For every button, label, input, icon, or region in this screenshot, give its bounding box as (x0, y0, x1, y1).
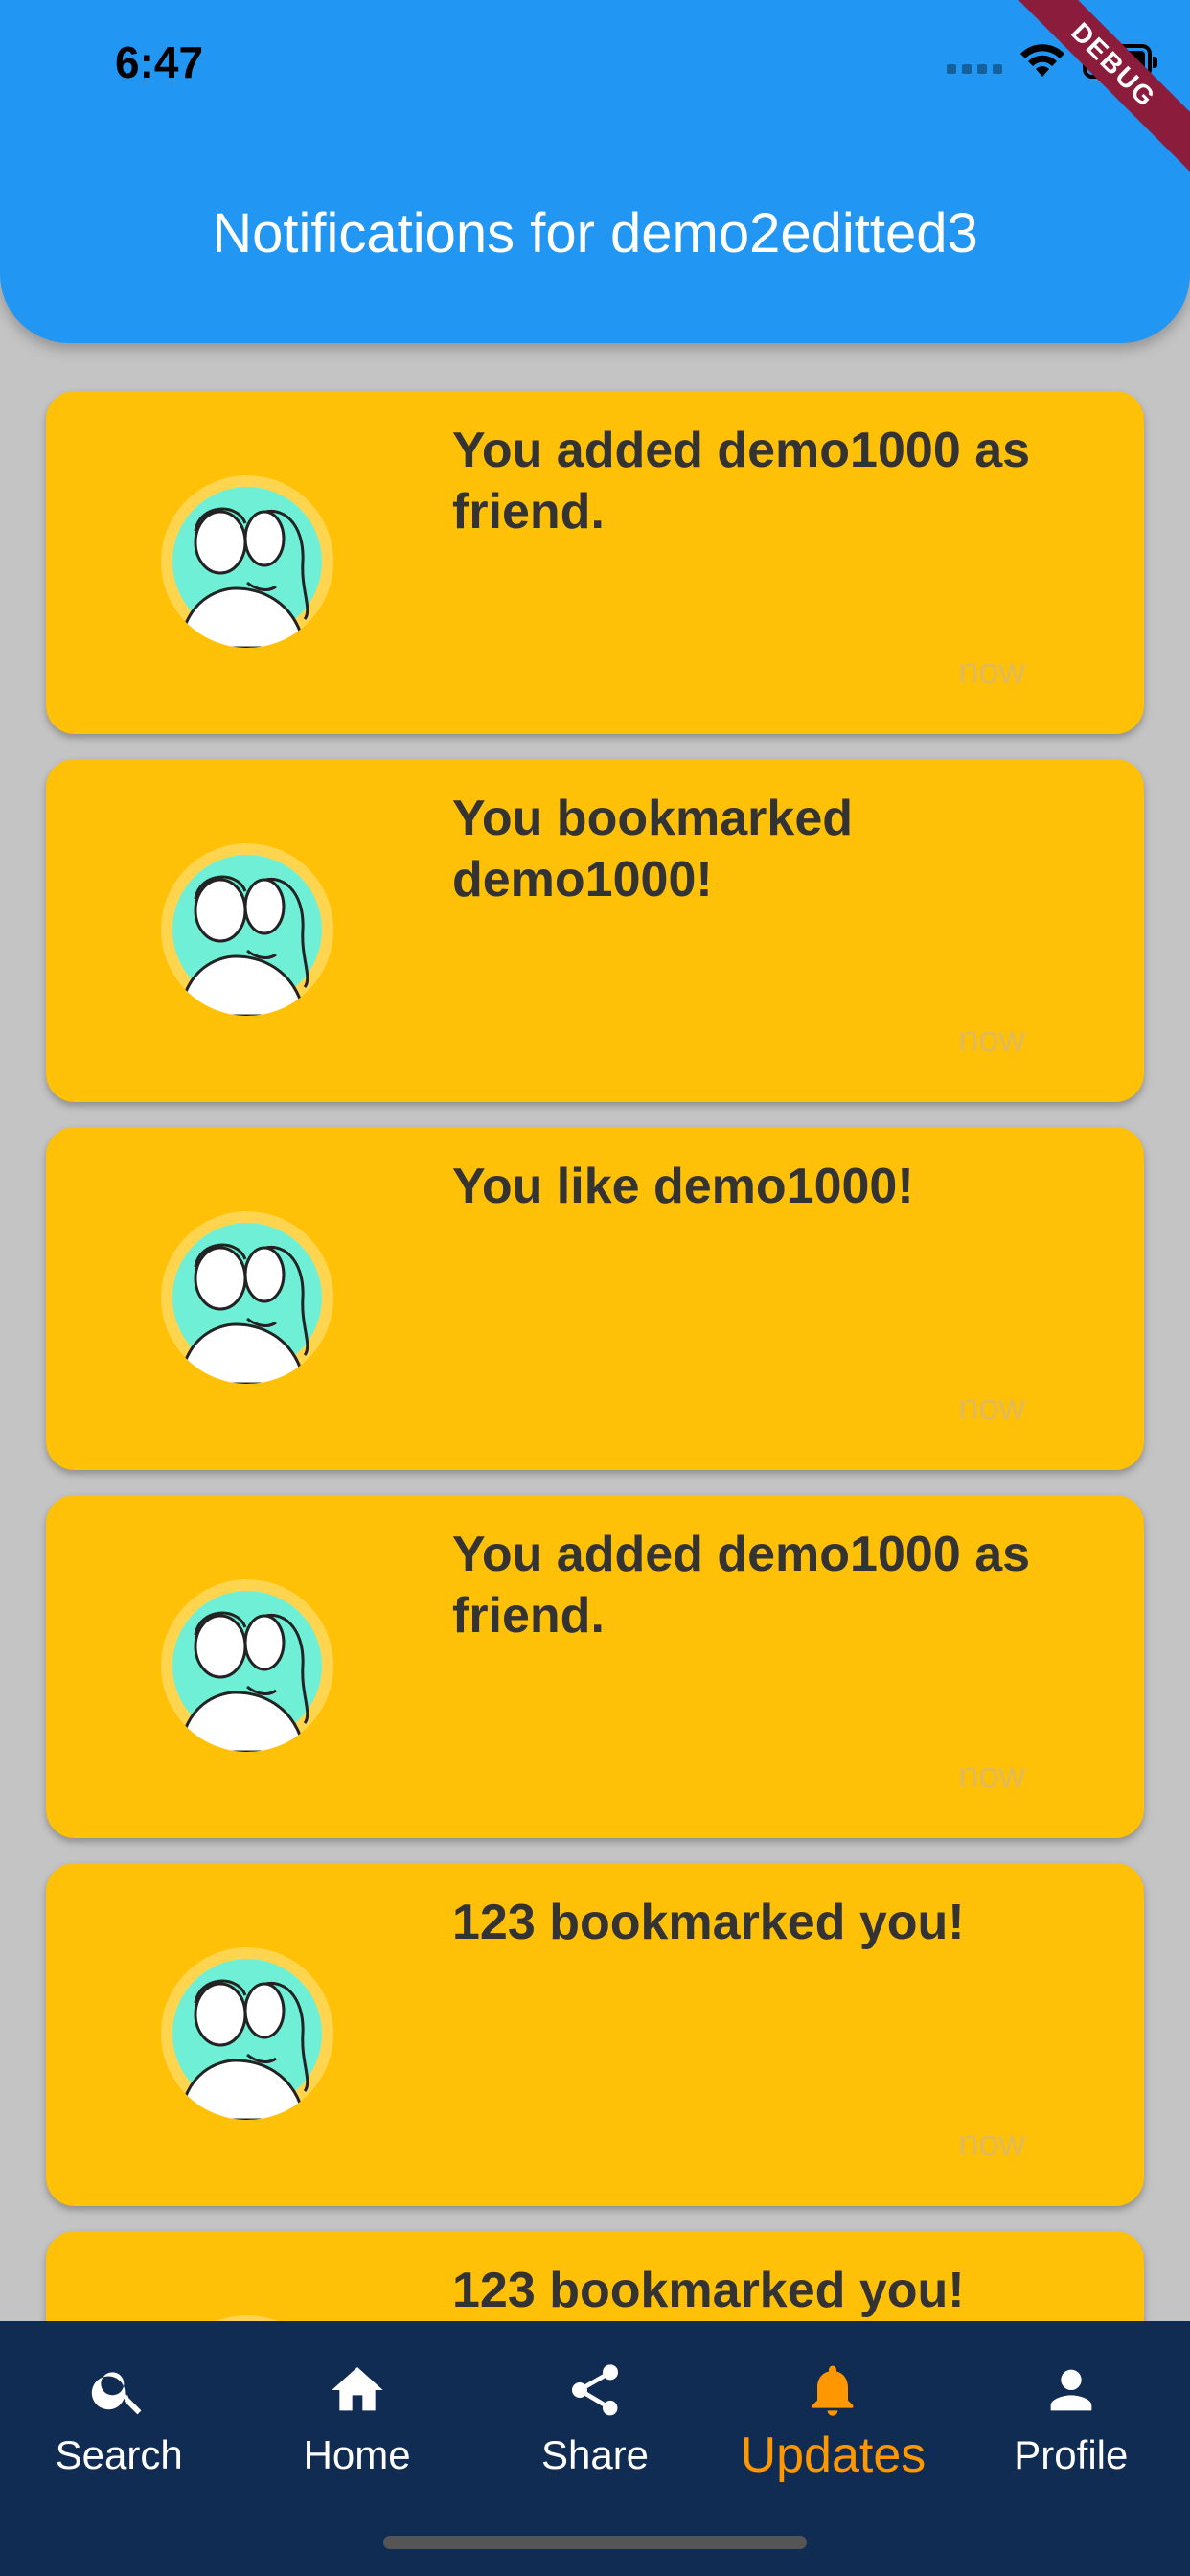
status-time: 6:47 (115, 37, 204, 87)
notification-time: now (958, 2124, 1025, 2164)
notification-time: now (958, 1388, 1025, 1428)
notification-card[interactable]: You added demo1000 as friend. now (46, 391, 1144, 734)
notification-card[interactable]: You like demo1000! now (46, 1127, 1144, 1470)
nav-item-profile[interactable]: Profile (952, 2321, 1190, 2576)
nav-item-search[interactable]: Search (0, 2321, 238, 2576)
nav-label: Share (540, 2432, 650, 2477)
notification-message: You added demo1000 as friend. (452, 423, 1031, 540)
nav-label: Search (55, 2432, 183, 2477)
avatar (161, 475, 333, 648)
avatar (161, 1947, 333, 2120)
notification-time: now (958, 652, 1025, 692)
couple-illustration-icon (172, 855, 322, 1016)
notification-time: now (958, 1020, 1025, 1060)
couple-illustration-icon (172, 1959, 322, 2120)
cellular-signal-icon (947, 49, 1002, 74)
person-icon (1050, 2369, 1092, 2411)
screen: 6:47 Notifications for demo2editted3 DEB… (0, 0, 1190, 2576)
bell-icon (812, 2365, 854, 2416)
couple-illustration-icon (172, 1223, 322, 1384)
home-indicator[interactable] (383, 2536, 807, 2549)
avatar (161, 1211, 333, 1384)
share-icon (572, 2364, 619, 2416)
nav-label: Home (303, 2432, 411, 2477)
nav-label: Profile (1014, 2432, 1129, 2477)
couple-illustration-icon (172, 487, 322, 648)
notification-time: now (958, 1756, 1025, 1796)
search-icon (92, 2372, 142, 2415)
app-bar: 6:47 Notifications for demo2editted3 (0, 0, 1190, 343)
notification-list[interactable]: You added demo1000 as friend. now You bo… (46, 391, 1144, 2576)
notification-message: 123 bookmarked you! (452, 1895, 965, 1950)
page-title: Notifications for demo2editted3 (212, 202, 978, 264)
notification-message: You bookmarked demo1000! (452, 791, 854, 908)
notification-card[interactable]: You added demo1000 as friend. now (46, 1495, 1144, 1838)
notification-message: You added demo1000 as friend. (452, 1527, 1031, 1644)
wifi-icon (1020, 44, 1064, 77)
notification-message: You like demo1000! (452, 1159, 914, 1214)
notification-card[interactable]: 123 bookmarked you! now (46, 1863, 1144, 2206)
couple-illustration-icon (172, 1591, 322, 1752)
avatar (161, 843, 333, 1016)
home-icon (331, 2367, 383, 2411)
notification-card[interactable]: You bookmarked demo1000! now (46, 759, 1144, 1102)
nav-label: Updates (740, 2427, 927, 2483)
notification-message: 123 bookmarked you! (452, 2263, 965, 2318)
avatar (161, 1579, 333, 1752)
